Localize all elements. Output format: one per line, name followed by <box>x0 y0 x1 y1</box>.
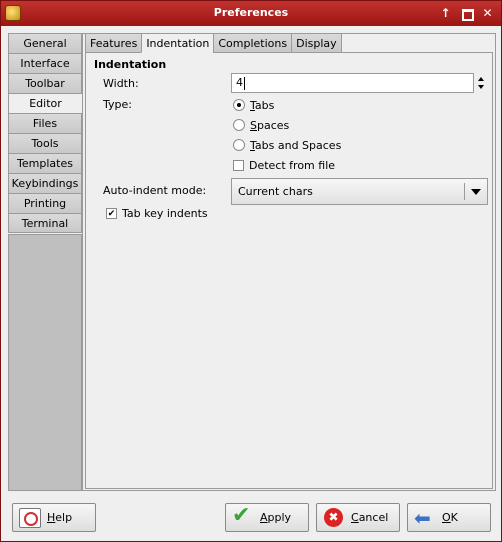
side-tab-tools[interactable]: Tools <box>8 133 82 153</box>
maximize-icon[interactable]: ↑ <box>437 5 454 21</box>
ok-button[interactable]: OK <box>407 503 491 532</box>
side-tab-general[interactable]: General <box>8 33 82 53</box>
cancel-button-label: Cancel <box>351 511 389 524</box>
autoindent-value: Current chars <box>238 185 313 198</box>
spin-down-icon[interactable] <box>478 85 484 89</box>
side-tab-interface[interactable]: Interface <box>8 53 82 73</box>
help-button[interactable]: Help <box>12 503 96 532</box>
width-spinner[interactable] <box>475 73 489 93</box>
side-tab-keybindings[interactable]: Keybindings <box>8 173 82 193</box>
tab-display[interactable]: Display <box>291 33 342 53</box>
spin-up-icon[interactable] <box>478 77 484 81</box>
checkmark-icon <box>232 503 254 528</box>
chevron-down-icon[interactable] <box>471 189 481 195</box>
radio-tabs-label: Tabs <box>250 98 275 112</box>
title-bar[interactable]: Preferences ↑ ✕ <box>1 1 501 26</box>
apply-button[interactable]: Apply <box>225 503 309 532</box>
tab-completions[interactable]: Completions <box>213 33 292 53</box>
radio-tabs-and-spaces-indicator[interactable] <box>233 139 245 151</box>
width-label: Width: <box>103 77 139 90</box>
side-tab-templates[interactable]: Templates <box>8 153 82 173</box>
side-tab-files[interactable]: Files <box>8 113 82 133</box>
restore-icon[interactable] <box>458 5 475 21</box>
help-button-label: Help <box>47 511 73 524</box>
tab-features[interactable]: Features <box>85 33 142 53</box>
detect-label: Detect from file <box>249 158 336 172</box>
help-icon <box>19 507 41 528</box>
type-label: Type: <box>103 98 132 111</box>
width-input[interactable]: 4 <box>231 73 474 93</box>
tab-key-indents-checkbox[interactable]: Tab key indents <box>106 205 208 221</box>
cancel-button[interactable]: Cancel <box>316 503 400 532</box>
detect-from-file-checkbox[interactable]: Detect from file <box>233 157 335 173</box>
tab-indentation[interactable]: Indentation <box>141 33 214 53</box>
window-title: Preferences <box>213 6 289 19</box>
top-tab-list: Features Indentation Completions Display <box>85 33 342 53</box>
side-tab-toolbar[interactable]: Toolbar <box>8 73 82 93</box>
text-caret <box>244 76 245 90</box>
section-title: Indentation <box>94 58 167 71</box>
radio-spaces-label: Spaces <box>250 118 290 132</box>
radio-tabs-and-spaces[interactable]: Tabs and Spaces <box>233 137 341 153</box>
radio-tabs-indicator[interactable] <box>233 99 245 111</box>
tabkey-checkbox-box[interactable] <box>106 207 117 219</box>
width-value: 4 <box>236 76 243 89</box>
tabkey-label: Tab key indents <box>122 206 208 220</box>
combo-divider <box>464 183 465 200</box>
autoindent-label: Auto-indent mode: <box>103 184 207 197</box>
radio-tabs-and-spaces-label: Tabs and Spaces <box>250 138 342 152</box>
side-tab-terminal[interactable]: Terminal <box>8 213 82 233</box>
ok-arrow-icon <box>414 506 436 530</box>
autoindent-select[interactable]: Current chars <box>231 178 488 205</box>
radio-spaces[interactable]: Spaces <box>233 117 289 133</box>
preferences-window: Preferences ↑ ✕ General Interface Toolba… <box>0 0 502 542</box>
cancel-icon <box>323 507 345 528</box>
side-tabs-background <box>8 234 82 491</box>
radio-tabs[interactable]: Tabs <box>233 97 274 113</box>
detect-checkbox-box[interactable] <box>233 159 244 171</box>
apply-button-label: Apply <box>260 511 292 524</box>
side-tab-list: General Interface Toolbar Editor Files T… <box>8 33 82 233</box>
close-icon[interactable]: ✕ <box>479 5 496 21</box>
side-tab-printing[interactable]: Printing <box>8 193 82 213</box>
radio-spaces-indicator[interactable] <box>233 119 245 131</box>
ok-button-label: OK <box>442 511 458 524</box>
side-tab-editor[interactable]: Editor <box>8 93 82 113</box>
